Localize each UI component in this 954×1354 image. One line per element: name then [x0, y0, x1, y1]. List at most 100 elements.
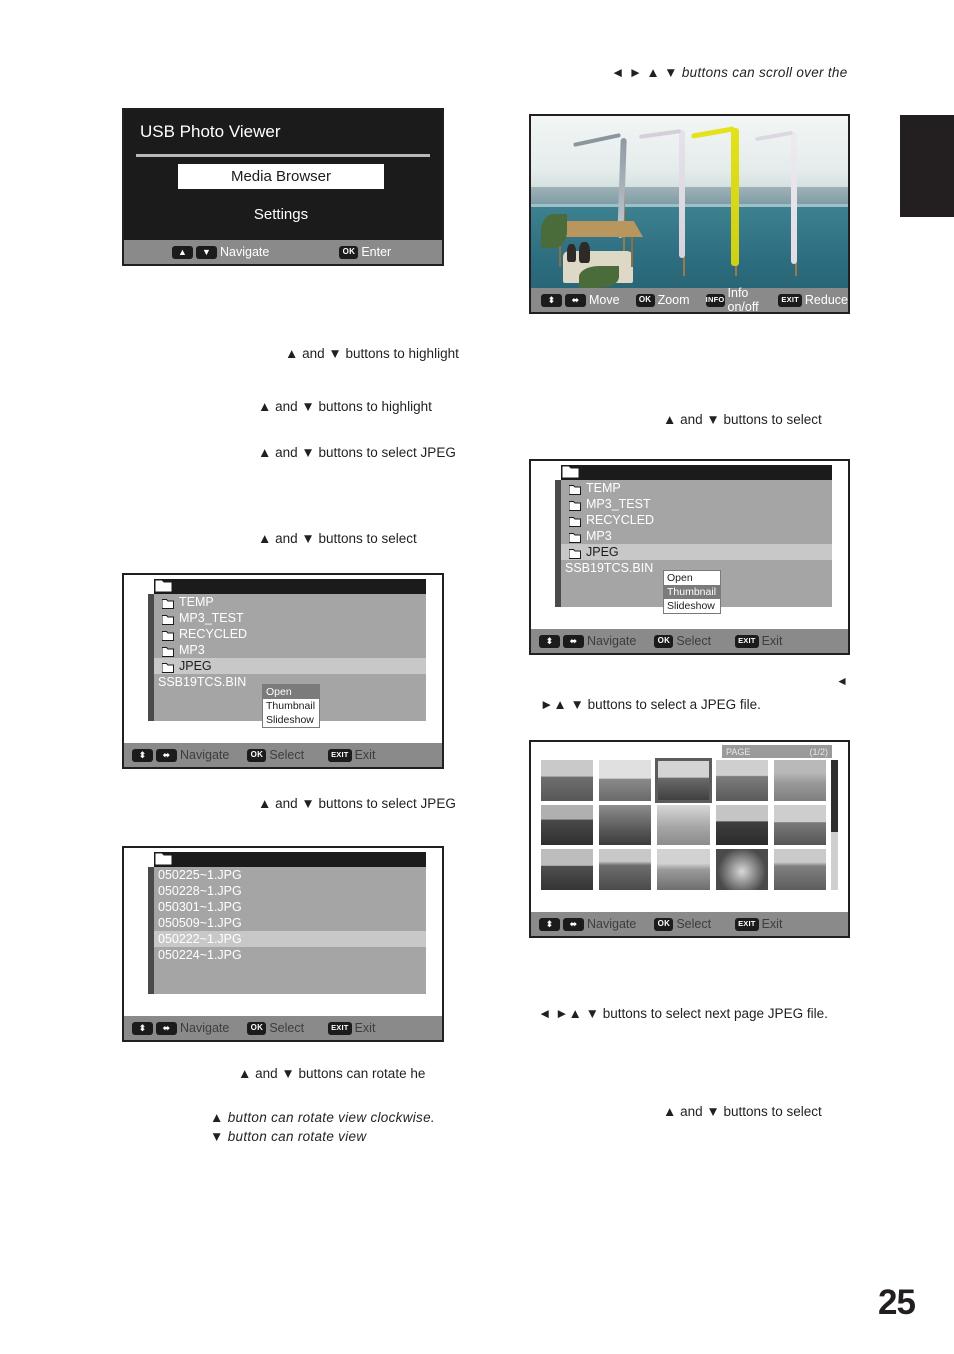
list-item[interactable]: 050225~1.JPG	[154, 867, 426, 883]
leftright-key-icon: ⬌	[565, 293, 586, 307]
folder-icon	[568, 531, 581, 543]
thumbnail-item[interactable]	[541, 849, 594, 890]
status-enter-label: Enter	[361, 245, 392, 259]
list-item[interactable]: TEMP	[561, 480, 832, 496]
thumbnail-status-bar: ⬍ ⬌ Navigate OK Select EXIT Exit	[531, 912, 848, 936]
leftright-key-icon: ⬌	[156, 1021, 177, 1035]
thumbnail-item[interactable]	[599, 760, 652, 801]
list-item-label: JPEG	[179, 659, 212, 673]
file-list[interactable]: 050225~1.JPG 050228~1.JPG 050301~1.JPG 0…	[154, 867, 426, 994]
list-item-label: MP3_TEST	[586, 497, 651, 511]
page-number: 25	[878, 1283, 916, 1322]
thumbnail-item[interactable]	[599, 849, 652, 890]
palm-foliage-bottom	[579, 266, 619, 288]
list-item[interactable]: 050228~1.JPG	[154, 883, 426, 899]
status-navigate: ⬍ ⬌ Navigate	[539, 917, 636, 931]
folder-icon	[568, 515, 581, 527]
thumbnail-item[interactable]	[773, 804, 826, 846]
list-item[interactable]: 050509~1.JPG	[154, 915, 426, 931]
file-browser-left[interactable]: TEMP MP3_TEST RECYCLED MP3 JPEG SSB19TCS…	[122, 573, 444, 769]
thumbnail-item[interactable]	[541, 804, 594, 846]
menu-title: USB Photo Viewer	[140, 122, 281, 141]
folder-up-icon[interactable]	[154, 579, 173, 593]
context-item-open[interactable]: Open	[263, 685, 319, 699]
exit-key-icon: EXIT	[328, 1021, 352, 1035]
exit-key-icon: EXIT	[328, 748, 352, 762]
folder-icon	[568, 547, 581, 559]
thumbnail-grid[interactable]	[541, 758, 826, 890]
note-left-4: ▲ and ▼ buttons to select	[258, 531, 417, 546]
status-navigate-label: Navigate	[180, 1021, 230, 1035]
list-item[interactable]: RECYCLED	[154, 626, 426, 642]
photo-status-bar: ⬍ ⬌ Move OK Zoom INFO Info on/off EXIT R…	[531, 286, 848, 312]
list-item-label: JPEG	[586, 545, 619, 559]
context-item-thumbnail[interactable]: Thumbnail	[263, 699, 319, 713]
thumbnail-grid-panel[interactable]: PAGE (1/2) ⬍ ⬌ Navigate OK Select EXIT E…	[529, 740, 850, 938]
menu-item-settings[interactable]: Settings	[178, 202, 384, 227]
usb-photo-viewer-menu[interactable]: USB Photo Viewer Media Browser Settings …	[122, 108, 444, 266]
exit-key-icon: EXIT	[778, 293, 802, 307]
person-silhouette-1	[567, 244, 576, 262]
thumbnail-item[interactable]	[541, 760, 594, 801]
palm-foliage-left	[541, 214, 567, 248]
thumbnail-item[interactable]	[657, 849, 710, 890]
thumbnail-item[interactable]	[715, 760, 768, 801]
thumbnail-item[interactable]	[773, 760, 826, 801]
status-exit: EXIT Exit	[735, 917, 782, 931]
scrollbar[interactable]	[831, 760, 838, 890]
thumbnail-item[interactable]	[599, 804, 652, 846]
page-indicator: PAGE (1/2)	[722, 745, 832, 758]
folder-up-icon[interactable]	[561, 465, 580, 479]
note-top-right: ◄ ► ▲ ▼ buttons can scroll over the	[611, 65, 848, 80]
folder-up-icon[interactable]	[154, 852, 173, 866]
page-edge-tab	[900, 115, 954, 217]
context-item-open[interactable]: Open	[664, 571, 720, 585]
list-item-selected[interactable]: JPEG	[561, 544, 832, 560]
banner-flag-4	[791, 132, 797, 264]
jpeg-file-list-panel[interactable]: 050225~1.JPG 050228~1.JPG 050301~1.JPG 0…	[122, 846, 444, 1042]
browser-status-bar: ⬍ ⬌ Navigate OK Select EXIT Exit	[531, 629, 848, 653]
file-browser-right[interactable]: TEMP MP3_TEST RECYCLED MP3 JPEG SSB19TCS…	[529, 459, 850, 655]
list-item[interactable]: MP3	[154, 642, 426, 658]
list-item[interactable]: 050301~1.JPG	[154, 899, 426, 915]
status-exit: EXIT Exit	[328, 1021, 375, 1035]
list-item-selected[interactable]: JPEG	[154, 658, 426, 674]
list-item-selected[interactable]: 050222~1.JPG	[154, 931, 426, 947]
status-select-label: Select	[269, 748, 305, 762]
status-select: OK Select	[247, 1021, 304, 1035]
context-menu-left[interactable]: Open Thumbnail Slideshow	[262, 684, 320, 728]
thumbnail-item[interactable]	[773, 849, 826, 890]
photo-viewer-panel[interactable]: ⬍ ⬌ Move OK Zoom INFO Info on/off EXIT R…	[529, 114, 850, 314]
thumbnail-item[interactable]	[715, 804, 768, 846]
banner-flag-3	[731, 128, 739, 266]
menu-item-media-browser[interactable]: Media Browser	[178, 164, 384, 189]
folder-icon	[161, 629, 174, 641]
context-item-slideshow[interactable]: Slideshow	[664, 599, 720, 613]
thumbnail-item-selected[interactable]	[655, 758, 712, 803]
status-select: OK Select	[654, 917, 711, 931]
status-info-label: Info on/off	[727, 286, 759, 312]
folder-icon	[568, 483, 581, 495]
context-item-slideshow[interactable]: Slideshow	[263, 713, 319, 727]
status-navigate-label: Navigate	[180, 748, 230, 762]
context-menu-right[interactable]: Open Thumbnail Slideshow	[663, 570, 721, 614]
list-item[interactable]: MP3	[561, 528, 832, 544]
context-item-thumbnail[interactable]: Thumbnail	[664, 585, 720, 599]
list-item[interactable]: MP3_TEST	[561, 496, 832, 512]
list-item[interactable]: RECYCLED	[561, 512, 832, 528]
list-item-label: TEMP	[179, 595, 214, 609]
list-item[interactable]: 050224~1.JPG	[154, 947, 426, 963]
ok-key-icon: OK	[247, 1021, 267, 1035]
note-left-2: ▲ and ▼ buttons to highlight	[258, 399, 432, 414]
list-item[interactable]: MP3_TEST	[154, 610, 426, 626]
sky-region	[531, 116, 848, 195]
status-move-label: Move	[589, 293, 620, 307]
status-info: INFO Info on/off	[705, 286, 765, 312]
thumbnail-item[interactable]	[657, 804, 710, 846]
scrollbar-thumb[interactable]	[831, 760, 838, 832]
list-item-label: 050301~1.JPG	[158, 900, 242, 914]
thumbnail-item[interactable]	[715, 849, 768, 890]
list-item[interactable]: TEMP	[154, 594, 426, 610]
updown-key-icon: ⬍	[132, 1021, 153, 1035]
status-exit: EXIT Exit	[735, 634, 782, 648]
